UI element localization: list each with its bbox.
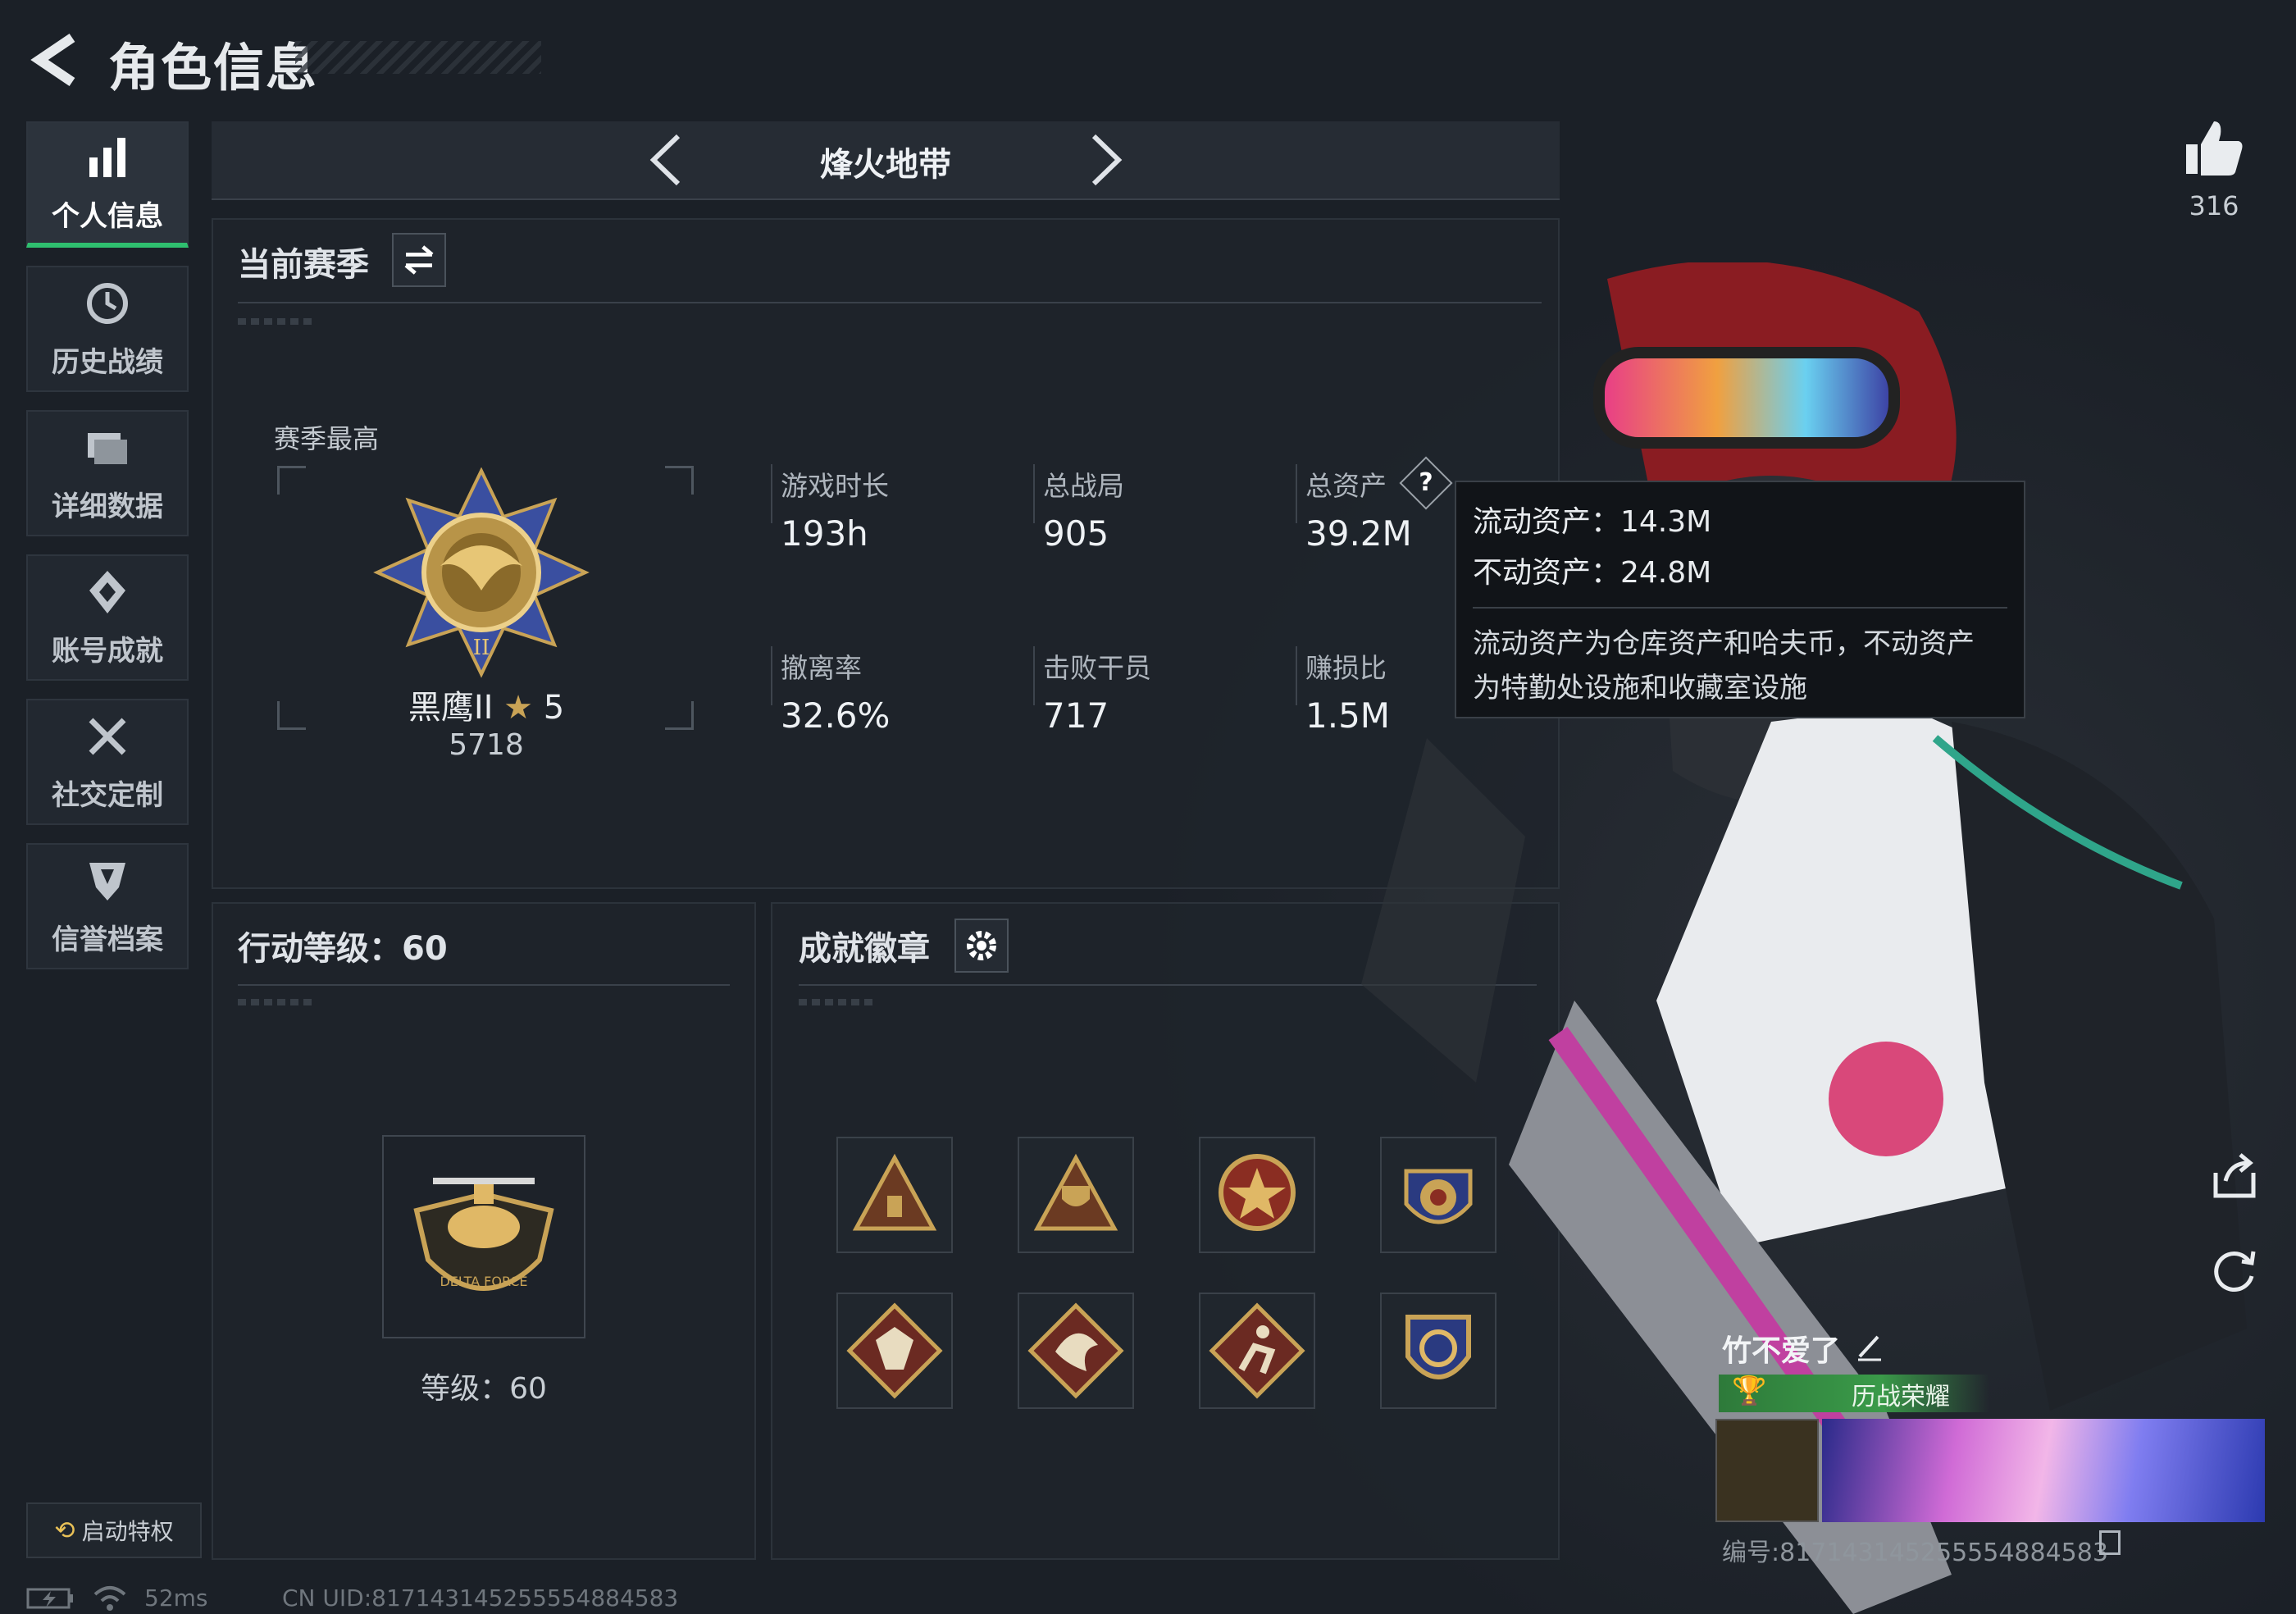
next-mode-button[interactable] [1081, 131, 1130, 189]
level-emblem: DELTA FORCE [382, 1135, 585, 1338]
sidebar-item-label: 社交定制 [52, 778, 163, 812]
decoration [799, 999, 872, 1005]
stat-value: 905 [1043, 513, 1109, 554]
stat-label: 总战局 [1043, 470, 1124, 502]
badge-runner-diamond[interactable] [1199, 1293, 1315, 1409]
edit-icon[interactable] [1853, 1330, 1886, 1363]
sidebar-item-history[interactable]: 历史战绩 [26, 266, 189, 392]
share-button[interactable] [2206, 1148, 2263, 1206]
back-button[interactable] [25, 31, 90, 89]
stat-label: 击败干员 [1043, 652, 1151, 684]
privilege-label: 启动特权 [81, 1518, 174, 1545]
privilege-button[interactable]: ⟲ 启动特权 [26, 1502, 202, 1558]
like-count: 316 [2189, 190, 2239, 221]
level-label: 等级：60 [421, 1372, 547, 1406]
history-icon [87, 282, 128, 324]
decoration [238, 318, 312, 325]
refresh-button[interactable] [2206, 1242, 2263, 1299]
rank-name: 黑鹰II [408, 689, 494, 727]
player-id: 编号:81714314525555488458​3 [1722, 1539, 2108, 1567]
badge-triangle-trophy[interactable] [1018, 1137, 1134, 1253]
refresh-icon: ⟲ [54, 1516, 75, 1545]
rank-stars: 5 [543, 689, 565, 727]
profile-banner [1822, 1419, 2265, 1522]
achievement-icon [89, 570, 125, 613]
badge-triangle-bronze[interactable] [836, 1137, 953, 1253]
fixed-assets: 不动资产：24.8M [1473, 556, 1712, 590]
rank-score: 5718 [449, 728, 524, 762]
badge-wolf-diamond[interactable] [836, 1293, 953, 1409]
gear-icon [967, 931, 996, 960]
sidebar-item-label: 信誉档案 [52, 923, 163, 956]
tooltip-desc-line1: 流动资产为仓库资产和哈夫币，不动资产 [1473, 627, 1975, 660]
sidebar-item-personal-info[interactable]: 个人信息 [26, 121, 189, 248]
divider [238, 984, 730, 986]
like-icon[interactable] [2181, 115, 2247, 180]
svg-text:DELTA FORCE: DELTA FORCE [440, 1274, 527, 1289]
level-title: 行动等级：60 [238, 930, 448, 968]
avatar[interactable] [1715, 1419, 1819, 1522]
uid-text: CN UID:8171431452555548845​83 [282, 1584, 679, 1612]
liquid-assets: 流动资产：14.3M [1473, 505, 1712, 539]
stat-value: 32.6% [781, 695, 891, 736]
title-decoration [295, 41, 541, 74]
badge-dragon-diamond[interactable] [1018, 1293, 1134, 1409]
asset-tooltip: 流动资产：14.3M 不动资产：24.8M 流动资产为仓库资产和哈夫币，不动资产… [1455, 481, 2025, 718]
helicopter-emblem-icon: DELTA FORCE [413, 1178, 554, 1291]
swap-icon [404, 245, 434, 275]
stat-bar [1296, 464, 1297, 523]
sidebar-item-credit[interactable]: 信誉档案 [26, 843, 189, 969]
trophy-icon: 🏆 [1732, 1375, 1767, 1407]
season-best-label: 赛季最高 [274, 423, 380, 454]
stat-value: 717 [1043, 695, 1109, 736]
copy-icon[interactable] [2099, 1530, 2121, 1555]
shield-icon [89, 862, 125, 900]
stat-label: 游戏时长 [781, 470, 889, 502]
star-icon: ★ [503, 689, 533, 727]
player-name: 竹不爱了 [1722, 1334, 1841, 1368]
rank-name-row: 黑鹰II ★ 5 [400, 681, 572, 728]
tools-icon [89, 718, 126, 755]
sidebar-item-label: 个人信息 [52, 199, 163, 233]
sidebar-item-label: 账号成就 [52, 634, 163, 668]
badge-title: 成就徽章 [799, 930, 930, 968]
badge-settings-button[interactable] [954, 919, 1009, 973]
stat-bar [1033, 646, 1035, 705]
mode-name: 烽火地带 [820, 146, 951, 184]
stat-bar [771, 646, 772, 705]
sidebar-item-social[interactable]: 社交定制 [26, 699, 189, 825]
switch-season-button[interactable] [392, 233, 446, 287]
honor-label: 历战荣耀 [1852, 1383, 1950, 1411]
mode-selector: 烽火地带 [212, 121, 1560, 200]
ping-value: 52ms [144, 1584, 208, 1612]
battery-icon [26, 1588, 73, 1609]
stat-label: 撤离率 [781, 652, 862, 684]
badge-star-shield[interactable] [1199, 1137, 1315, 1253]
stat-bar [771, 464, 772, 523]
folder-icon [88, 432, 127, 464]
tooltip-desc-line2: 为特勤处设施和收藏室设施 [1473, 672, 1807, 704]
svg-text:II: II [473, 636, 490, 660]
stat-value: 193h [781, 513, 868, 554]
stat-bar [1033, 464, 1035, 523]
stat-bar [1296, 646, 1297, 705]
sidebar-item-label: 历史战绩 [52, 345, 163, 379]
sidebar-item-label: 详细数据 [52, 490, 163, 523]
sidebar-item-achievements[interactable]: 账号成就 [26, 554, 189, 681]
page-title: 角色信息 [108, 38, 319, 98]
wifi-icon [93, 1586, 126, 1611]
sidebar-item-detail-data[interactable]: 详细数据 [26, 410, 189, 536]
bar-chart-icon [89, 137, 125, 177]
decoration [238, 999, 312, 1005]
rank-medal-icon: II [373, 467, 590, 678]
season-title: 当前赛季 [238, 246, 369, 284]
